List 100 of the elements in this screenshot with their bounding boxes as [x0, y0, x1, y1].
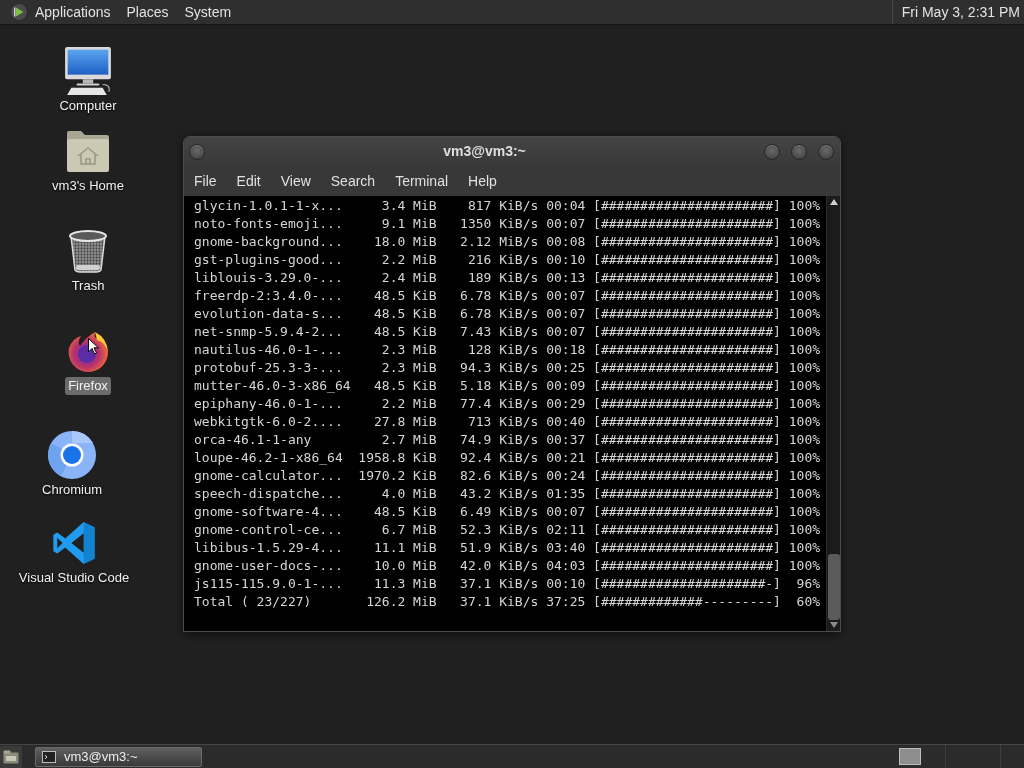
computer-icon[interactable] [63, 46, 113, 96]
transfer-rate: 77.4 KiB/s [459, 395, 539, 413]
percent-text: 100% [787, 341, 821, 359]
transfer-rate: 189 KiB/s [466, 269, 539, 287]
time-remaining: 37:25 [545, 593, 586, 611]
percent-text: 100% [787, 521, 821, 539]
package-name: glycin-1.0.1-1-x... [194, 197, 344, 215]
file-size: 48.5 KiB [373, 305, 437, 323]
package-name: loupe-46.2-1-x86_64 [194, 449, 344, 467]
transfer-rate: 43.2 KiB/s [459, 485, 539, 503]
time-remaining: 00:04 [545, 197, 586, 215]
scroll-up-arrow-icon[interactable] [829, 199, 838, 205]
progress-text: [#####################-] [592, 575, 781, 593]
desktop-icon-label[interactable]: Trash [68, 277, 108, 295]
progress-text: [######################] [592, 539, 781, 557]
menu-item[interactable]: Search [320, 166, 386, 196]
menu-item[interactable]: File [184, 166, 227, 196]
transfer-rate: 37.1 KiB/s [459, 575, 539, 593]
scroll-down-arrow-icon[interactable] [829, 622, 838, 628]
file-size: 2.7 MiB [380, 431, 437, 449]
progress-text: [######################] [592, 467, 781, 485]
transfer-rate: 51.9 KiB/s [459, 539, 539, 557]
trash-can-icon[interactable] [68, 229, 108, 273]
desktop-icon-label[interactable]: Firefox [65, 377, 111, 395]
menu-item[interactable]: Terminal [385, 166, 459, 196]
window-control-button[interactable] [791, 143, 807, 160]
file-size: 10.0 MiB [373, 557, 437, 575]
scrollbar-thumb[interactable] [827, 554, 840, 620]
scrollbar[interactable] [826, 196, 840, 631]
desktop-icon-label[interactable]: Computer [56, 97, 120, 115]
desktop-icon-label[interactable]: Visual Studio Code [15, 569, 133, 587]
transfer-rate: 52.3 KiB/s [459, 521, 539, 539]
play-icon[interactable] [10, 3, 28, 21]
menu-item[interactable]: View [270, 166, 321, 196]
menu-item[interactable]: Edit [226, 166, 271, 196]
package-name: nautilus-46.0-1-... [194, 341, 344, 359]
transfer-rate: 128 KiB/s [466, 341, 539, 359]
package-name: mutter-46.0-3-x86_64 [194, 377, 351, 395]
package-name: noto-fonts-emoji... [194, 215, 344, 233]
percent-text: 100% [787, 251, 821, 269]
terminal-icon [42, 750, 56, 763]
clock[interactable]: Fri May 3, 2:31 PM [901, 1, 1020, 23]
time-remaining: 00:24 [545, 467, 586, 485]
percent-text: 100% [787, 377, 821, 395]
file-size: 11.1 MiB [373, 539, 437, 557]
file-size: 9.1 MiB [380, 215, 437, 233]
package-name: gnome-control-ce... [194, 521, 344, 539]
percent-text: 100% [787, 485, 821, 503]
percent-text: 100% [787, 269, 821, 287]
transfer-rate: 1350 KiB/s [459, 215, 539, 233]
progress-text: [######################] [592, 197, 781, 215]
panel-menu[interactable]: System [178, 0, 238, 25]
panel-menu[interactable]: Places [120, 0, 175, 25]
file-size: 1970.2 KiB [357, 467, 437, 485]
window-title: vm3@vm3:~ [442, 142, 527, 161]
ribbon-logo-icon[interactable] [52, 520, 96, 566]
percent-text: 100% [787, 233, 821, 251]
time-remaining: 00:10 [545, 575, 586, 593]
home-folder-icon[interactable] [65, 129, 111, 173]
desktop-icon-label[interactable]: vm3's Home [49, 177, 127, 195]
progress-text: [######################] [592, 215, 781, 233]
percent-text: 100% [787, 431, 821, 449]
transfer-rate: 7.43 KiB/s [459, 323, 539, 341]
file-size: 2.3 MiB [380, 341, 437, 359]
workspace-switcher[interactable] [899, 748, 921, 765]
file-size: 11.3 MiB [373, 575, 437, 593]
transfer-rate: 37.1 KiB/s [459, 593, 539, 611]
time-remaining: 00:07 [545, 503, 586, 521]
desktop-icon-label[interactable]: Chromium [39, 481, 105, 499]
transfer-rate: 713 KiB/s [466, 413, 539, 431]
package-name: webkitgtk-6.0-2.... [194, 413, 344, 431]
transfer-rate: 42.0 KiB/s [459, 557, 539, 575]
percent-text: 100% [787, 557, 821, 575]
progress-text: [######################] [592, 503, 781, 521]
progress-text: [######################] [592, 359, 781, 377]
file-size: 48.5 KiB [373, 323, 437, 341]
progress-text: [######################] [592, 323, 781, 341]
package-name: orca-46.1-1-any [194, 431, 313, 449]
percent-text: 100% [787, 413, 821, 431]
taskbar-window-button[interactable]: vm3@vm3:~ [35, 746, 202, 767]
menu-item[interactable]: Help [458, 166, 507, 196]
transfer-rate: 92.4 KiB/s [459, 449, 539, 467]
time-remaining: 00:18 [545, 341, 586, 359]
file-size: 3.4 MiB [380, 197, 437, 215]
transfer-rate: 5.18 KiB/s [459, 377, 539, 395]
show-desktop-button[interactable] [0, 745, 22, 768]
file-size: 4.0 MiB [380, 485, 437, 503]
file-size: 126.2 MiB [365, 593, 437, 611]
package-name: gst-plugins-good... [194, 251, 344, 269]
file-size: 1958.8 KiB [357, 449, 437, 467]
percent-text: 100% [787, 197, 821, 215]
progress-text: [######################] [592, 341, 781, 359]
time-remaining: 00:08 [545, 233, 586, 251]
circle-logo-icon[interactable] [47, 430, 97, 480]
progress-text: [######################] [592, 521, 781, 539]
percent-text: 100% [787, 395, 821, 413]
progress-text: [######################] [592, 485, 781, 503]
panel-menu[interactable]: Applications [29, 0, 117, 25]
time-remaining: 00:07 [545, 305, 586, 323]
time-remaining: 01:35 [545, 485, 586, 503]
